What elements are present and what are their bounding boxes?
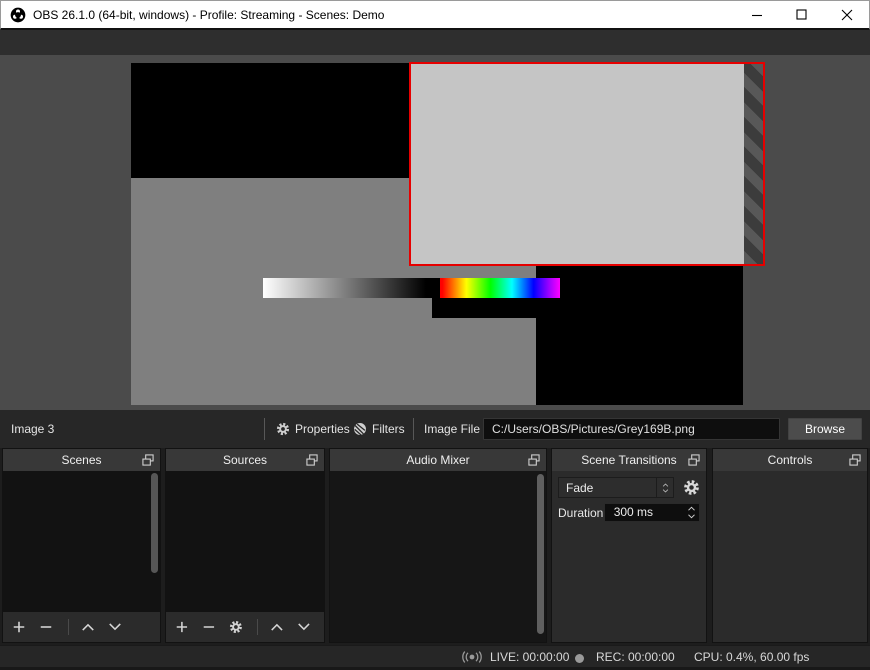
- move-scene-down-button[interactable]: [108, 620, 122, 634]
- chevron-up-icon: [662, 483, 669, 487]
- toolbar-separator: [264, 418, 265, 440]
- minimize-button[interactable]: [734, 1, 779, 28]
- move-source-up-button[interactable]: [270, 620, 284, 634]
- title-bar[interactable]: OBS 26.1.0 (64-bit, windows) - Profile: …: [0, 0, 870, 30]
- sources-list: [166, 471, 324, 612]
- status-bar: LIVE: 00:00:00 REC: 00:00:00 CPU: 0.4%, …: [0, 645, 870, 670]
- gear-icon: [276, 422, 290, 436]
- maximize-button[interactable]: [779, 1, 824, 28]
- add-source-button[interactable]: [175, 620, 189, 634]
- scenes-title-label: Scenes: [61, 453, 102, 467]
- duration-decrease-button[interactable]: [684, 513, 699, 522]
- controls-panel-title[interactable]: Controls: [713, 449, 867, 471]
- image-file-label: Image File: [424, 422, 481, 436]
- duration-increase-button[interactable]: [684, 504, 699, 513]
- live-status: LIVE: 00:00:00: [490, 650, 570, 664]
- scenes-scrollbar[interactable]: [151, 473, 158, 573]
- dock-float-icon[interactable]: [306, 454, 318, 466]
- toolbar-separator: [257, 619, 259, 635]
- move-source-down-button[interactable]: [297, 620, 311, 634]
- scenes-panel: Scenes: [2, 448, 161, 643]
- toolbar-separator: [68, 619, 69, 635]
- scenes-list: [3, 471, 160, 612]
- window-title: OBS 26.1.0 (64-bit, windows) - Profile: …: [33, 7, 385, 22]
- controls-panel: Controls: [712, 448, 868, 643]
- audio-mixer-title-label: Audio Mixer: [406, 453, 470, 467]
- scene-transitions-title-label: Scene Transitions: [581, 453, 677, 467]
- mixer-scrollbar[interactable]: [537, 474, 544, 634]
- image-file-input[interactable]: [483, 418, 780, 440]
- grayscale-gradient: [263, 278, 440, 298]
- wedge-black-area: [432, 298, 560, 318]
- duration-spinbox[interactable]: 300 ms: [603, 503, 700, 522]
- window-controls: [734, 1, 869, 28]
- move-scene-up-button[interactable]: [81, 620, 95, 634]
- scenes-toolbar: [3, 612, 160, 642]
- hue-gradient: [440, 278, 560, 298]
- sources-title-label: Sources: [222, 453, 268, 467]
- minimize-icon: [751, 14, 762, 16]
- dock-area: Scenes Sources Audio Mixer Scene Transit…: [0, 448, 870, 645]
- add-scene-button[interactable]: [12, 620, 26, 634]
- dock-float-icon[interactable]: [528, 454, 540, 466]
- audio-mixer-panel: Audio Mixer: [329, 448, 547, 643]
- dock-float-icon[interactable]: [849, 454, 861, 466]
- audio-mixer-body: [330, 471, 546, 642]
- scene-transitions-body: Fade Duration 300 ms: [552, 471, 706, 642]
- filter-icon: [353, 422, 367, 436]
- scenes-panel-title[interactable]: Scenes: [3, 449, 160, 471]
- duration-value: 300 ms: [613, 505, 654, 519]
- sources-toolbar: [166, 612, 324, 642]
- close-button[interactable]: [824, 1, 869, 28]
- remove-source-button[interactable]: [202, 620, 216, 634]
- scene-transitions-panel: Scene Transitions Fade Duration 300 ms: [551, 448, 707, 643]
- remove-scene-button[interactable]: [39, 620, 53, 634]
- filters-button[interactable]: Filters: [353, 410, 405, 448]
- audio-mixer-panel-title[interactable]: Audio Mixer: [330, 449, 546, 471]
- transition-select-arrows[interactable]: [656, 478, 673, 497]
- preview-canvas[interactable]: [0, 55, 870, 410]
- cpu-status: CPU: 0.4%, 60.00 fps: [694, 650, 810, 664]
- chevron-up-icon: [687, 506, 696, 511]
- dock-float-icon[interactable]: [688, 454, 700, 466]
- properties-button[interactable]: Properties: [276, 410, 350, 448]
- menu-bar: [0, 30, 870, 55]
- dock-float-icon[interactable]: [142, 454, 154, 466]
- selection-bounding-box[interactable]: [409, 62, 765, 266]
- toolbar-separator: [413, 418, 414, 440]
- controls-title-label: Controls: [767, 453, 813, 467]
- sources-panel: Sources: [165, 448, 325, 643]
- chevron-down-icon: [687, 514, 696, 519]
- filters-label: Filters: [372, 422, 405, 436]
- sources-panel-title[interactable]: Sources: [166, 449, 324, 471]
- recording-dot-icon: [575, 653, 584, 663]
- chevron-down-icon: [662, 489, 669, 493]
- obs-logo-icon: [10, 7, 26, 22]
- maximize-icon: [796, 9, 807, 20]
- duration-label: Duration: [558, 505, 604, 520]
- selected-source-label: Image 3: [11, 422, 55, 436]
- source-properties-button[interactable]: [229, 620, 243, 634]
- transition-properties-button[interactable]: [683, 479, 700, 496]
- close-icon: [841, 9, 852, 20]
- scene-transitions-panel-title[interactable]: Scene Transitions: [552, 449, 706, 471]
- properties-label: Properties: [295, 422, 350, 436]
- rec-status: REC: 00:00:00: [596, 650, 675, 664]
- browse-button[interactable]: Browse: [788, 418, 862, 440]
- transition-selected-value: Fade: [566, 480, 594, 495]
- source-toolbar: Image 3 Properties Filters Image File Br…: [0, 410, 870, 448]
- source-black-rect-bottomright[interactable]: [536, 265, 743, 405]
- live-broadcast-icon: [460, 651, 484, 663]
- transition-select[interactable]: Fade: [558, 477, 674, 498]
- controls-body: [713, 471, 867, 642]
